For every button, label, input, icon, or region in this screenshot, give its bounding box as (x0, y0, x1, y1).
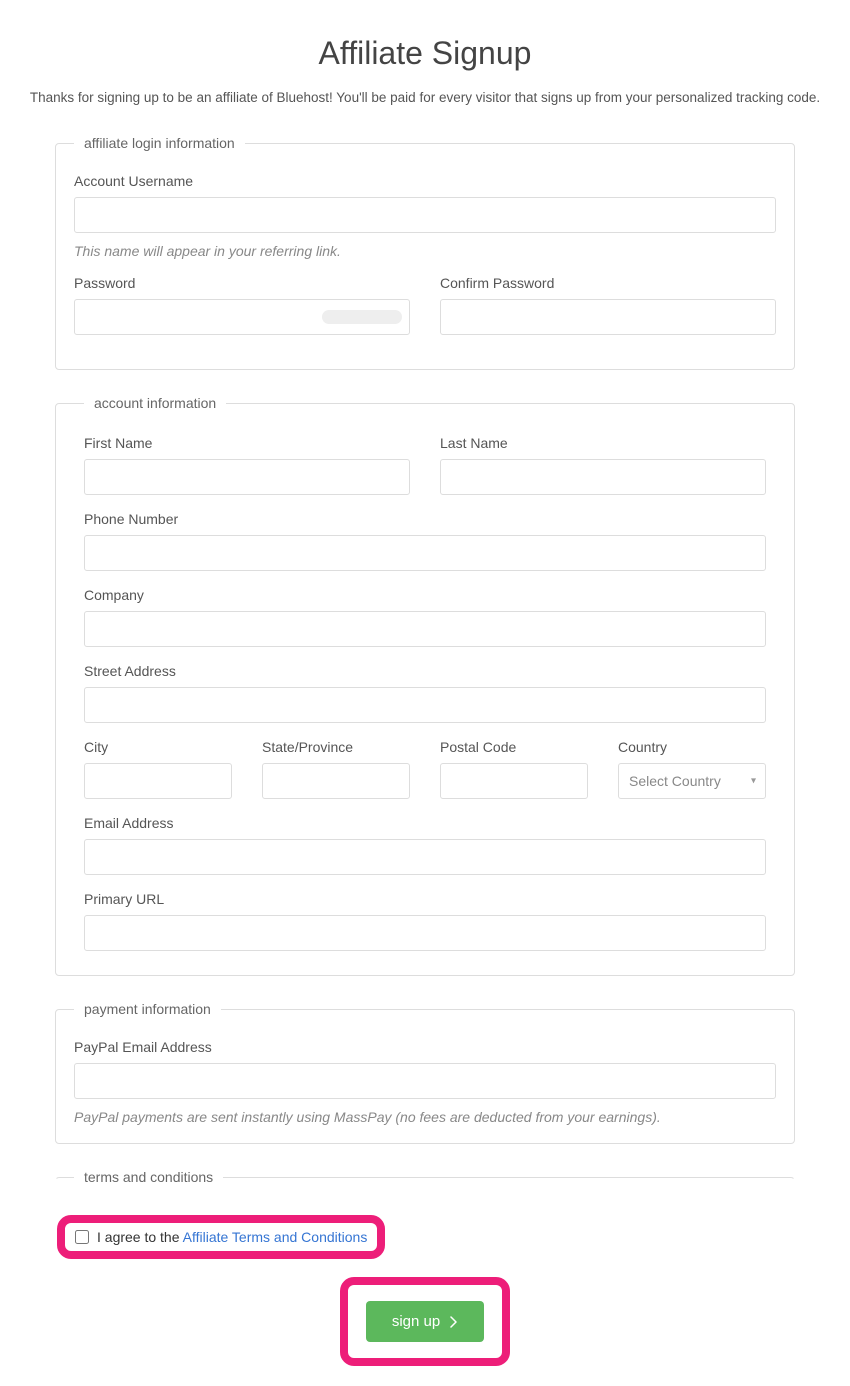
url-label: Primary URL (84, 891, 766, 907)
first-name-label: First Name (84, 435, 410, 451)
payment-legend: payment information (74, 1001, 221, 1017)
city-label: City (84, 739, 232, 755)
terms-fieldset: terms and conditions (55, 1169, 795, 1207)
account-fieldset: account information First Name Last Name… (55, 395, 795, 976)
username-hint: This name will appear in your referring … (74, 243, 776, 259)
last-name-input[interactable] (440, 459, 766, 495)
street-label: Street Address (84, 663, 766, 679)
intro-text: Thanks for signing up to be an affiliate… (25, 90, 825, 105)
payment-fieldset: payment information PayPal Email Address… (55, 1001, 795, 1144)
login-fieldset: affiliate login information Account User… (55, 135, 795, 370)
signup-button[interactable]: sign up (366, 1301, 484, 1342)
paypal-hint: PayPal payments are sent instantly using… (74, 1109, 776, 1125)
street-input[interactable] (84, 687, 766, 723)
city-input[interactable] (84, 763, 232, 799)
page-title: Affiliate Signup (25, 35, 825, 72)
paypal-input[interactable] (74, 1063, 776, 1099)
username-label: Account Username (74, 173, 776, 189)
state-input[interactable] (262, 763, 410, 799)
state-label: State/Province (262, 739, 410, 755)
email-label: Email Address (84, 815, 766, 831)
phone-input[interactable] (84, 535, 766, 571)
first-name-input[interactable] (84, 459, 410, 495)
terms-checkbox[interactable] (75, 1230, 89, 1244)
terms-link[interactable]: Affiliate Terms and Conditions (183, 1229, 368, 1245)
confirm-password-label: Confirm Password (440, 275, 776, 291)
country-select[interactable]: Select Country (618, 763, 766, 799)
terms-highlight: I agree to the Affiliate Terms and Condi… (57, 1215, 385, 1259)
signup-button-label: sign up (392, 1313, 440, 1330)
confirm-password-input[interactable] (440, 299, 776, 335)
terms-prefix: I agree to the (97, 1229, 183, 1245)
country-label: Country (618, 739, 766, 755)
password-strength-indicator (322, 310, 402, 324)
url-input[interactable] (84, 915, 766, 951)
phone-label: Phone Number (84, 511, 766, 527)
company-label: Company (84, 587, 766, 603)
account-legend: account information (84, 395, 226, 411)
paypal-label: PayPal Email Address (74, 1039, 776, 1055)
postal-label: Postal Code (440, 739, 588, 755)
username-input[interactable] (74, 197, 776, 233)
email-input[interactable] (84, 839, 766, 875)
company-input[interactable] (84, 611, 766, 647)
signup-highlight: sign up (340, 1277, 510, 1366)
postal-input[interactable] (440, 763, 588, 799)
last-name-label: Last Name (440, 435, 766, 451)
terms-legend: terms and conditions (74, 1169, 223, 1185)
password-label: Password (74, 275, 410, 291)
chevron-right-icon (450, 1316, 458, 1328)
login-legend: affiliate login information (74, 135, 245, 151)
